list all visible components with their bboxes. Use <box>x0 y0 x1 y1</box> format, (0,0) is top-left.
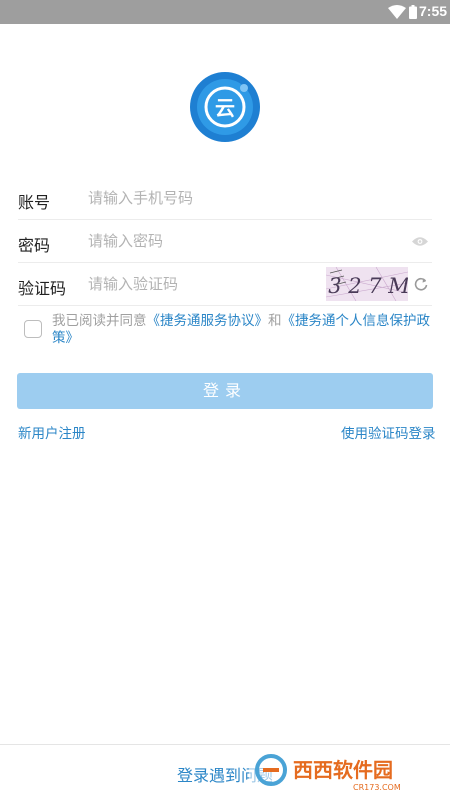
account-row: 账号 <box>18 177 432 220</box>
service-agreement-link[interactable]: 《捷务通服务协议》 <box>147 313 269 329</box>
eye-icon[interactable] <box>412 236 428 247</box>
captcha-input[interactable] <box>88 273 328 295</box>
account-input[interactable] <box>88 187 328 209</box>
agreement-and: 和 <box>268 313 282 329</box>
cloud-logo-icon: 云 <box>190 72 260 142</box>
watermark-text: 西西软件园 <box>293 758 393 782</box>
agreement-prefix: 我已阅读并同意 <box>52 313 147 329</box>
agree-checkbox[interactable] <box>24 320 42 338</box>
account-label: 账号 <box>18 193 51 212</box>
wifi-icon <box>388 5 406 19</box>
password-row: 密码 <box>18 220 432 263</box>
captcha-row: 验证码 3 2 7 M <box>18 263 432 306</box>
password-label: 密码 <box>18 236 51 255</box>
captcha-label: 验证码 <box>18 279 67 298</box>
watermark-logo: 西西软件园 CR173.COM <box>249 745 429 795</box>
sms-login-link[interactable]: 使用验证码登录 <box>341 422 436 442</box>
watermark-subtext: CR173.COM <box>353 783 401 792</box>
register-link[interactable]: 新用户注册 <box>18 422 86 442</box>
refresh-icon[interactable] <box>414 277 428 291</box>
status-bar: 7:55 <box>0 0 450 24</box>
logo-glyph: 云 <box>215 96 235 120</box>
password-input[interactable] <box>88 230 328 252</box>
battery-icon <box>409 5 417 19</box>
status-time: 7:55 <box>419 3 448 19</box>
login-button[interactable]: 登录 <box>17 373 433 409</box>
agreement-text: 我已阅读并同意《捷务通服务协议》和《捷务通个人信息保护政策》 <box>52 313 437 347</box>
captcha-image[interactable]: 3 2 7 M <box>326 267 408 301</box>
captcha-text: 3 2 7 M <box>328 274 408 298</box>
